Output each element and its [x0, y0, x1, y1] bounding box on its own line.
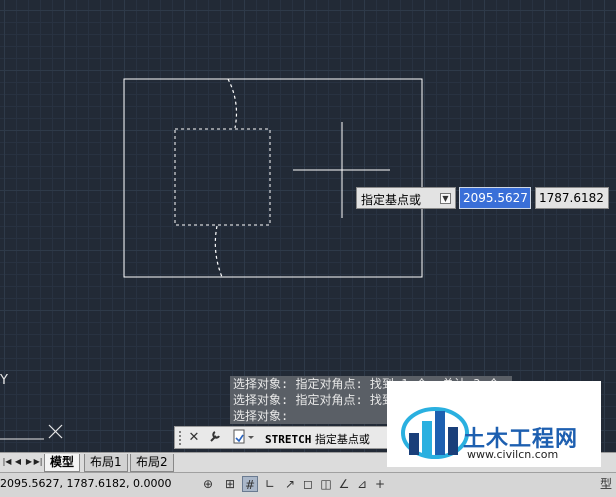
logo-building-icon	[401, 407, 469, 459]
command-prompt: 指定基点或	[314, 433, 370, 446]
close-icon[interactable]: ✕	[187, 429, 201, 446]
object-snap-tracking-icon[interactable]: ∠	[336, 476, 352, 492]
logo-bar-2	[422, 421, 432, 455]
object-snap-icon[interactable]: ◻	[300, 476, 316, 492]
outer-rectangle[interactable]	[123, 78, 423, 278]
tab-layout1[interactable]: 布局1	[84, 454, 128, 472]
grid-display-icon[interactable]: #	[242, 476, 258, 492]
dashed-curve-top[interactable]	[227, 78, 238, 129]
selected-inner-rectangle[interactable]	[174, 128, 271, 226]
command-line[interactable]: ✕ STRETCH 指定基点或	[174, 426, 388, 449]
prev-tab-icon[interactable]: ◀	[13, 456, 23, 468]
ucs-icon: Y	[0, 373, 63, 440]
watermark-logo: 土木工程网 www.civilcn.com	[387, 381, 601, 467]
wrench-icon[interactable]	[207, 429, 223, 446]
dynamic-input-icon[interactable]: +	[372, 476, 388, 492]
first-tab-icon[interactable]: |◀	[2, 456, 12, 468]
dashed-curve-bottom[interactable]	[214, 225, 223, 278]
logo-bar-3	[435, 411, 445, 455]
down-arrow-icon[interactable]: ▼	[440, 193, 451, 204]
model-space-label[interactable]: 型	[598, 476, 614, 492]
dynamic-input-x-field[interactable]: 2095.5627	[459, 187, 531, 209]
tab-layout2[interactable]: 布局2	[130, 454, 174, 472]
status-coordinates[interactable]: 2095.5627, 1787.6182, 0.0000	[0, 477, 171, 490]
logo-bar-4	[448, 427, 458, 455]
polar-tracking-icon[interactable]: ↗	[282, 476, 298, 492]
dynamic-input-prompt-text: 指定基点或	[361, 193, 422, 207]
infer-constraints-icon[interactable]: ⊕	[200, 476, 216, 492]
command-input[interactable]: STRETCH 指定基点或	[265, 431, 370, 447]
dynamic-input-prompt[interactable]: 指定基点或 ▼	[356, 187, 456, 209]
status-bar: 2095.5627, 1787.6182, 0.0000 ⊕ ⊞ # ∟ ↗ ◻…	[0, 472, 616, 497]
tab-model[interactable]: 模型	[44, 454, 81, 472]
ucs-toggle-icon[interactable]: ⊿	[354, 476, 370, 492]
snap-mode-icon[interactable]: ⊞	[222, 476, 238, 492]
logo-bar-1	[409, 433, 419, 455]
watermark-url: www.civilcn.com	[467, 448, 559, 461]
dynamic-input-y-field[interactable]: 1787.6182	[535, 187, 609, 209]
command-recent-icon[interactable]	[231, 429, 257, 446]
last-tab-icon[interactable]: ▶|	[33, 456, 43, 468]
command-name: STRETCH	[265, 433, 312, 446]
3d-object-snap-icon[interactable]: ◫	[318, 476, 334, 492]
ucs-y-label: Y	[0, 373, 8, 388]
command-line-grip[interactable]	[178, 430, 182, 445]
ortho-mode-icon[interactable]: ∟	[262, 476, 278, 492]
